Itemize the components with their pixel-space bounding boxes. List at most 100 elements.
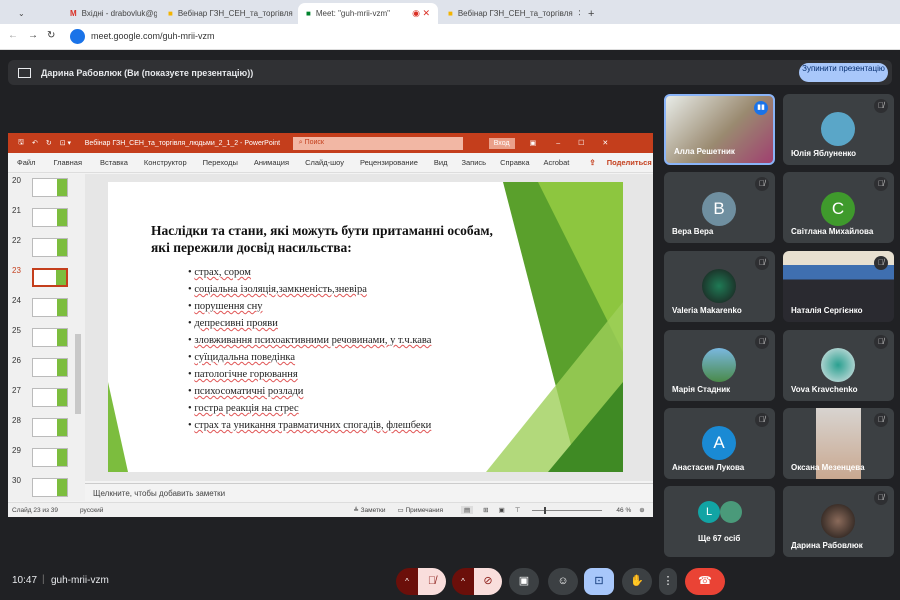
present-now-button[interactable]: ⊡ [584,568,614,595]
ribbon-tab[interactable]: Запись [461,158,486,167]
participant-tile[interactable]: 🎙̸ Наталія Сергієнко [783,251,894,322]
slide-counter: Слайд 23 из 39 [12,506,59,514]
fit-to-window-icon[interactable]: ⊕ [639,506,644,514]
save-icon[interactable]: 🖫 [18,138,24,149]
ribbon-tab[interactable]: Файл [17,158,35,167]
tab-slides-2[interactable]: ■Вебінар ГЗН_СЕН_та_торгівля✕ [440,3,580,24]
current-slide[interactable]: Наслідки та стани, які можуть бути прита… [108,182,623,472]
status-bar: Слайд 23 из 39 русский ≜ Заметки ▭ Приме… [8,502,653,517]
bullet-item: суїцидальна поведінка [188,352,431,369]
slide-thumbnail[interactable]: 24 [12,296,78,318]
share-button[interactable]: ⇪ Поделиться [589,158,651,167]
ribbon-tab[interactable]: Анимация [254,158,289,167]
slideshow-icon[interactable]: ⊤ [515,506,521,514]
presenting-text: Дарина Рабовлюк (Ви (показуєте презентац… [41,67,254,78]
participant-tile[interactable]: ▮▮ Алла Решетник [664,94,775,165]
reload-icon[interactable]: ↻ [47,30,55,41]
slide-thumbnail[interactable]: 20 [12,176,78,198]
tab-search-icon[interactable]: ⌄ [18,3,28,24]
captions-button[interactable]: ▣ [509,568,539,595]
participant-tile[interactable]: 🎙̸ Valeria Makarenko [664,251,775,322]
audio-options-button[interactable]: ^ [396,568,418,595]
notes-field[interactable]: Щелкните, чтобы добавить заметки [85,483,653,502]
participant-tile[interactable]: 🎙̸ С Світлана Михайлова [783,172,894,243]
normal-view-icon[interactable]: ▤ [460,506,474,514]
participant-tile[interactable]: 🎙̸ Дарина Рабовлюк [783,486,894,557]
language-indicator[interactable]: русский [80,507,103,514]
ribbon-tab[interactable]: Вставка [100,158,128,167]
mic-off-icon: 🎙̸ [755,335,769,349]
avatar: А [702,426,736,460]
participant-tile[interactable]: 🎙̸ Юлія Яблуненко [783,94,894,165]
raise-hand-button[interactable]: ✋ [622,568,652,595]
minimize-button[interactable]: – [556,140,560,147]
more-options-button[interactable]: ⋮ [659,568,677,595]
signin-button[interactable]: Вход [488,137,515,149]
participant-tile[interactable]: 🎙̸ Марія Стадник [664,330,775,401]
avatar: С [821,192,855,226]
camera-off-button[interactable]: ⊘ [474,568,502,595]
slide-thumbnail[interactable]: 21 [12,206,78,228]
comments-toggle[interactable]: ▭ Примечания [397,506,442,514]
search-box[interactable]: ⌕ Поиск [292,136,463,150]
new-tab-button[interactable]: + [580,3,602,24]
reading-view-icon[interactable]: ▣ [499,506,505,514]
meet-icon: ■ [306,9,311,18]
slides-icon: ■ [168,9,173,18]
participant-tile[interactable]: 🎙̸ Оксана Мезенцева [783,408,894,479]
ribbon-tab[interactable]: Переходы [203,158,238,167]
slide-thumbnail[interactable]: 29 [12,446,78,468]
tab-meet[interactable]: ■ Meet: "guh-mrii-vzm" ◉ ✕ [298,3,438,24]
video-options-button[interactable]: ^ [452,568,474,595]
participant-tile[interactable]: 🎙̸ А Анастасия Лукова [664,408,775,479]
redo-icon[interactable]: ↻ [46,139,52,147]
zoom-level[interactable]: 46 % [616,507,631,514]
tab-gmail[interactable]: MВхідні - drabovluk@gmail.com✕ [62,3,157,24]
recording-icon: ◉ ✕ [412,8,430,18]
mic-off-icon: 🎙̸ [874,256,888,270]
meeting-code: guh-mrii-vzm [51,575,109,586]
ribbon-tab[interactable]: Главная [53,158,82,167]
maximize-button[interactable]: ☐ [578,139,584,147]
present-icon [18,67,31,78]
ribbon-tab[interactable]: Рецензирование [360,158,418,167]
zoom-slider-thumb[interactable] [544,506,547,514]
gmail-icon: M [70,9,77,18]
undo-icon[interactable]: ↶ [32,139,38,147]
close-button[interactable]: ✕ [602,139,608,147]
ribbon-tab[interactable]: Конструктор [144,158,187,167]
forward-icon[interactable]: → [28,30,38,41]
ribbon-tab[interactable]: Вид [434,158,448,167]
participant-tile[interactable]: 🎙̸ Vova Kravchenko [783,330,894,401]
slide-thumbnail[interactable]: 25 [12,326,78,348]
ribbon-tab[interactable]: Acrobat [543,158,569,167]
stop-presenting-button[interactable]: Зупинити презентацію [799,63,888,82]
thumbnail-scrollbar[interactable] [75,334,81,414]
ribbon-display-icon[interactable]: ▣ [530,139,537,147]
emoji-button[interactable]: ☺ [548,568,578,595]
slides-icon: ■ [448,9,453,18]
slide-thumbnail[interactable]: 30 [12,476,78,498]
slide-thumbnail[interactable]: 28 [12,416,78,438]
slide-sorter-icon[interactable]: ⊞ [483,506,488,514]
ribbon-tab[interactable]: Справка [500,158,529,167]
more-participants-tile[interactable]: L Ще 67 осіб [664,486,775,557]
url-field[interactable]: meet.google.com/guh-mrii-vzm [91,31,215,41]
slide-thumbnail[interactable]: 26 [12,356,78,378]
slide-thumbnail[interactable]: 22 [12,236,78,258]
tab-slides-1[interactable]: ■Вебінар ГЗН_СЕН_та_торгівля✕ [160,3,295,24]
microphone-indicator-icon[interactable] [70,29,85,44]
zoom-slider[interactable] [532,506,603,514]
microphone-off-button[interactable]: 🎙̸ [418,568,446,595]
avatar [702,269,736,303]
browser-tab-strip: ⌄ MВхідні - drabovluk@gmail.com✕ ■Вебіна… [0,0,900,24]
slide-thumbnail-selected[interactable]: 23 [12,266,78,288]
back-icon[interactable]: ← [8,30,18,41]
slide-thumbnail[interactable]: 27 [12,386,78,408]
notes-toggle[interactable]: ≜ Заметки [353,506,385,514]
participant-name: Юлія Яблуненко [791,149,857,158]
participant-tile[interactable]: 🎙̸ В Вера Вера [664,172,775,243]
ribbon-tab[interactable]: Слайд-шоу [305,158,344,167]
leave-call-button[interactable]: ☎ [685,568,725,595]
participant-name: Наталія Сергієнко [791,306,863,315]
